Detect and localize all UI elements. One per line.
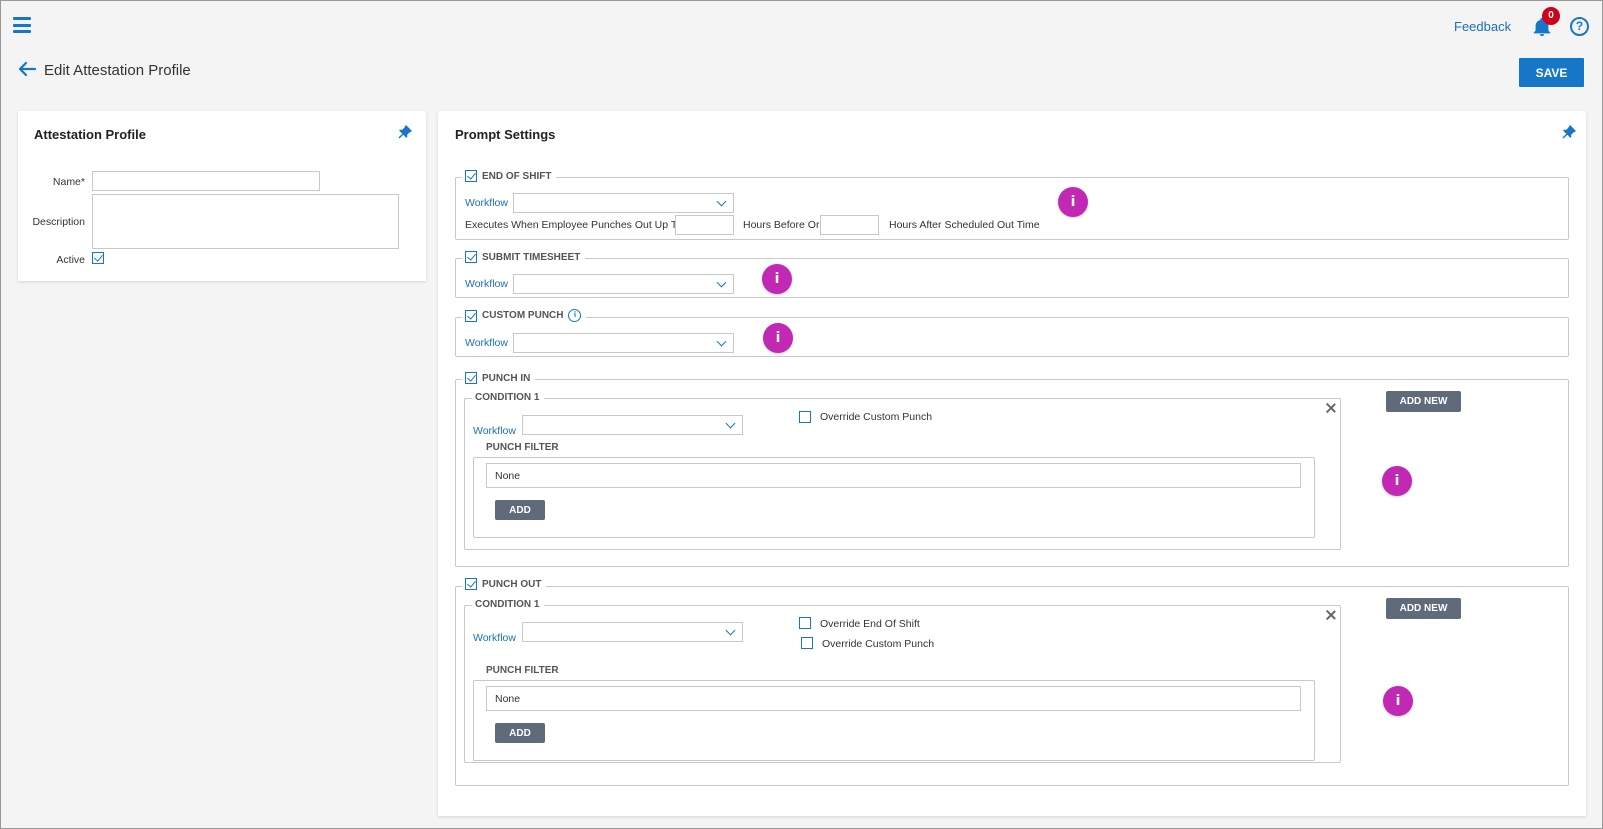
pin-icon[interactable] [1562,125,1576,139]
hours-before-input[interactable] [675,215,734,235]
attestation-profile-card: Attestation Profile Name* Description Ac… [18,111,426,281]
page-title: Edit Attestation Profile [44,62,191,79]
condition-label: CONDITION 1 [475,392,540,403]
override-custom-punch-checkbox[interactable] [801,637,813,649]
workflow-label: Workflow [473,425,516,437]
info-icon[interactable]: i [1058,187,1088,217]
attestation-profile-title: Attestation Profile [34,127,146,142]
punch-in-label: PUNCH IN [482,372,531,384]
custom-punch-checkbox[interactable] [465,309,477,322]
punch-in-workflow-select[interactable] [522,415,743,435]
punch-in-checkbox[interactable] [465,372,477,384]
end-of-shift-label: END OF SHIFT [482,170,552,182]
workflow-label: Workflow [473,632,516,644]
prompt-settings-title: Prompt Settings [455,127,556,142]
feedback-link[interactable]: Feedback [1454,19,1511,34]
pin-icon[interactable] [398,125,412,139]
hours-before-text: Hours Before Or [743,219,820,231]
name-label: Name* [52,176,85,188]
name-input[interactable] [92,171,320,191]
custom-punch-workflow-select[interactable] [513,333,734,353]
override-end-of-shift-checkbox[interactable] [799,617,811,629]
punch-out-add-new-button[interactable]: ADD NEW [1386,598,1461,619]
punch-out-checkbox[interactable] [465,578,477,590]
override-custom-punch-label: Override Custom Punch [822,638,935,650]
notification-badge: 0 [1542,7,1560,25]
description-label: Description [32,216,85,228]
submit-timesheet-checkbox[interactable] [465,251,477,263]
punch-in-filter-add-button[interactable]: ADD [495,500,545,520]
punch-filter-label: PUNCH FILTER [486,442,559,453]
punch-out-workflow-select[interactable] [522,622,743,642]
end-of-shift-checkbox[interactable] [465,170,477,182]
punch-out-label: PUNCH OUT [482,578,542,590]
end-of-shift-workflow-select[interactable] [513,193,734,213]
punch-out-filter-add-button[interactable]: ADD [495,723,545,743]
workflow-label: Workflow [465,197,508,209]
hours-after-text: Hours After Scheduled Out Time [889,219,1040,231]
active-label: Active [56,254,85,266]
hours-after-input[interactable] [820,215,879,235]
executes-text: Executes When Employee Punches Out Up To [465,219,682,231]
active-checkbox[interactable] [92,252,104,264]
custom-punch-info-icon[interactable]: i [568,309,582,322]
condition-label: CONDITION 1 [475,599,540,610]
punch-filter-value: None [486,463,1301,488]
override-custom-punch-label: Override Custom Punch [820,411,933,423]
punch-in-add-new-button[interactable]: ADD NEW [1386,391,1461,412]
info-icon[interactable]: i [763,323,793,353]
punch-filter-value: None [486,686,1301,711]
back-arrow-icon[interactable] [18,61,36,77]
info-icon[interactable]: i [1383,686,1413,716]
save-button[interactable]: SAVE [1519,58,1584,87]
info-icon[interactable]: i [1382,466,1412,496]
close-icon[interactable] [1325,609,1337,621]
workflow-label: Workflow [465,278,508,290]
top-bar: Feedback 0 ? [1,1,1602,51]
override-custom-punch-checkbox[interactable] [799,411,811,423]
prompt-settings-card: Prompt Settings END OF SHIFT Workflow Ex… [438,111,1586,816]
submit-timesheet-workflow-select[interactable] [513,274,734,294]
close-icon[interactable] [1325,402,1337,414]
workflow-label: Workflow [465,337,508,349]
submit-timesheet-label: SUBMIT TIMESHEET [482,251,581,263]
punch-filter-label: PUNCH FILTER [486,665,559,676]
info-icon[interactable]: i [762,264,792,294]
help-icon[interactable]: ? [1570,17,1589,36]
hamburger-icon[interactable] [13,17,31,33]
override-end-of-shift-label: Override End Of Shift [820,618,920,630]
custom-punch-label: CUSTOM PUNCH [482,310,564,321]
description-textarea[interactable] [92,194,399,249]
